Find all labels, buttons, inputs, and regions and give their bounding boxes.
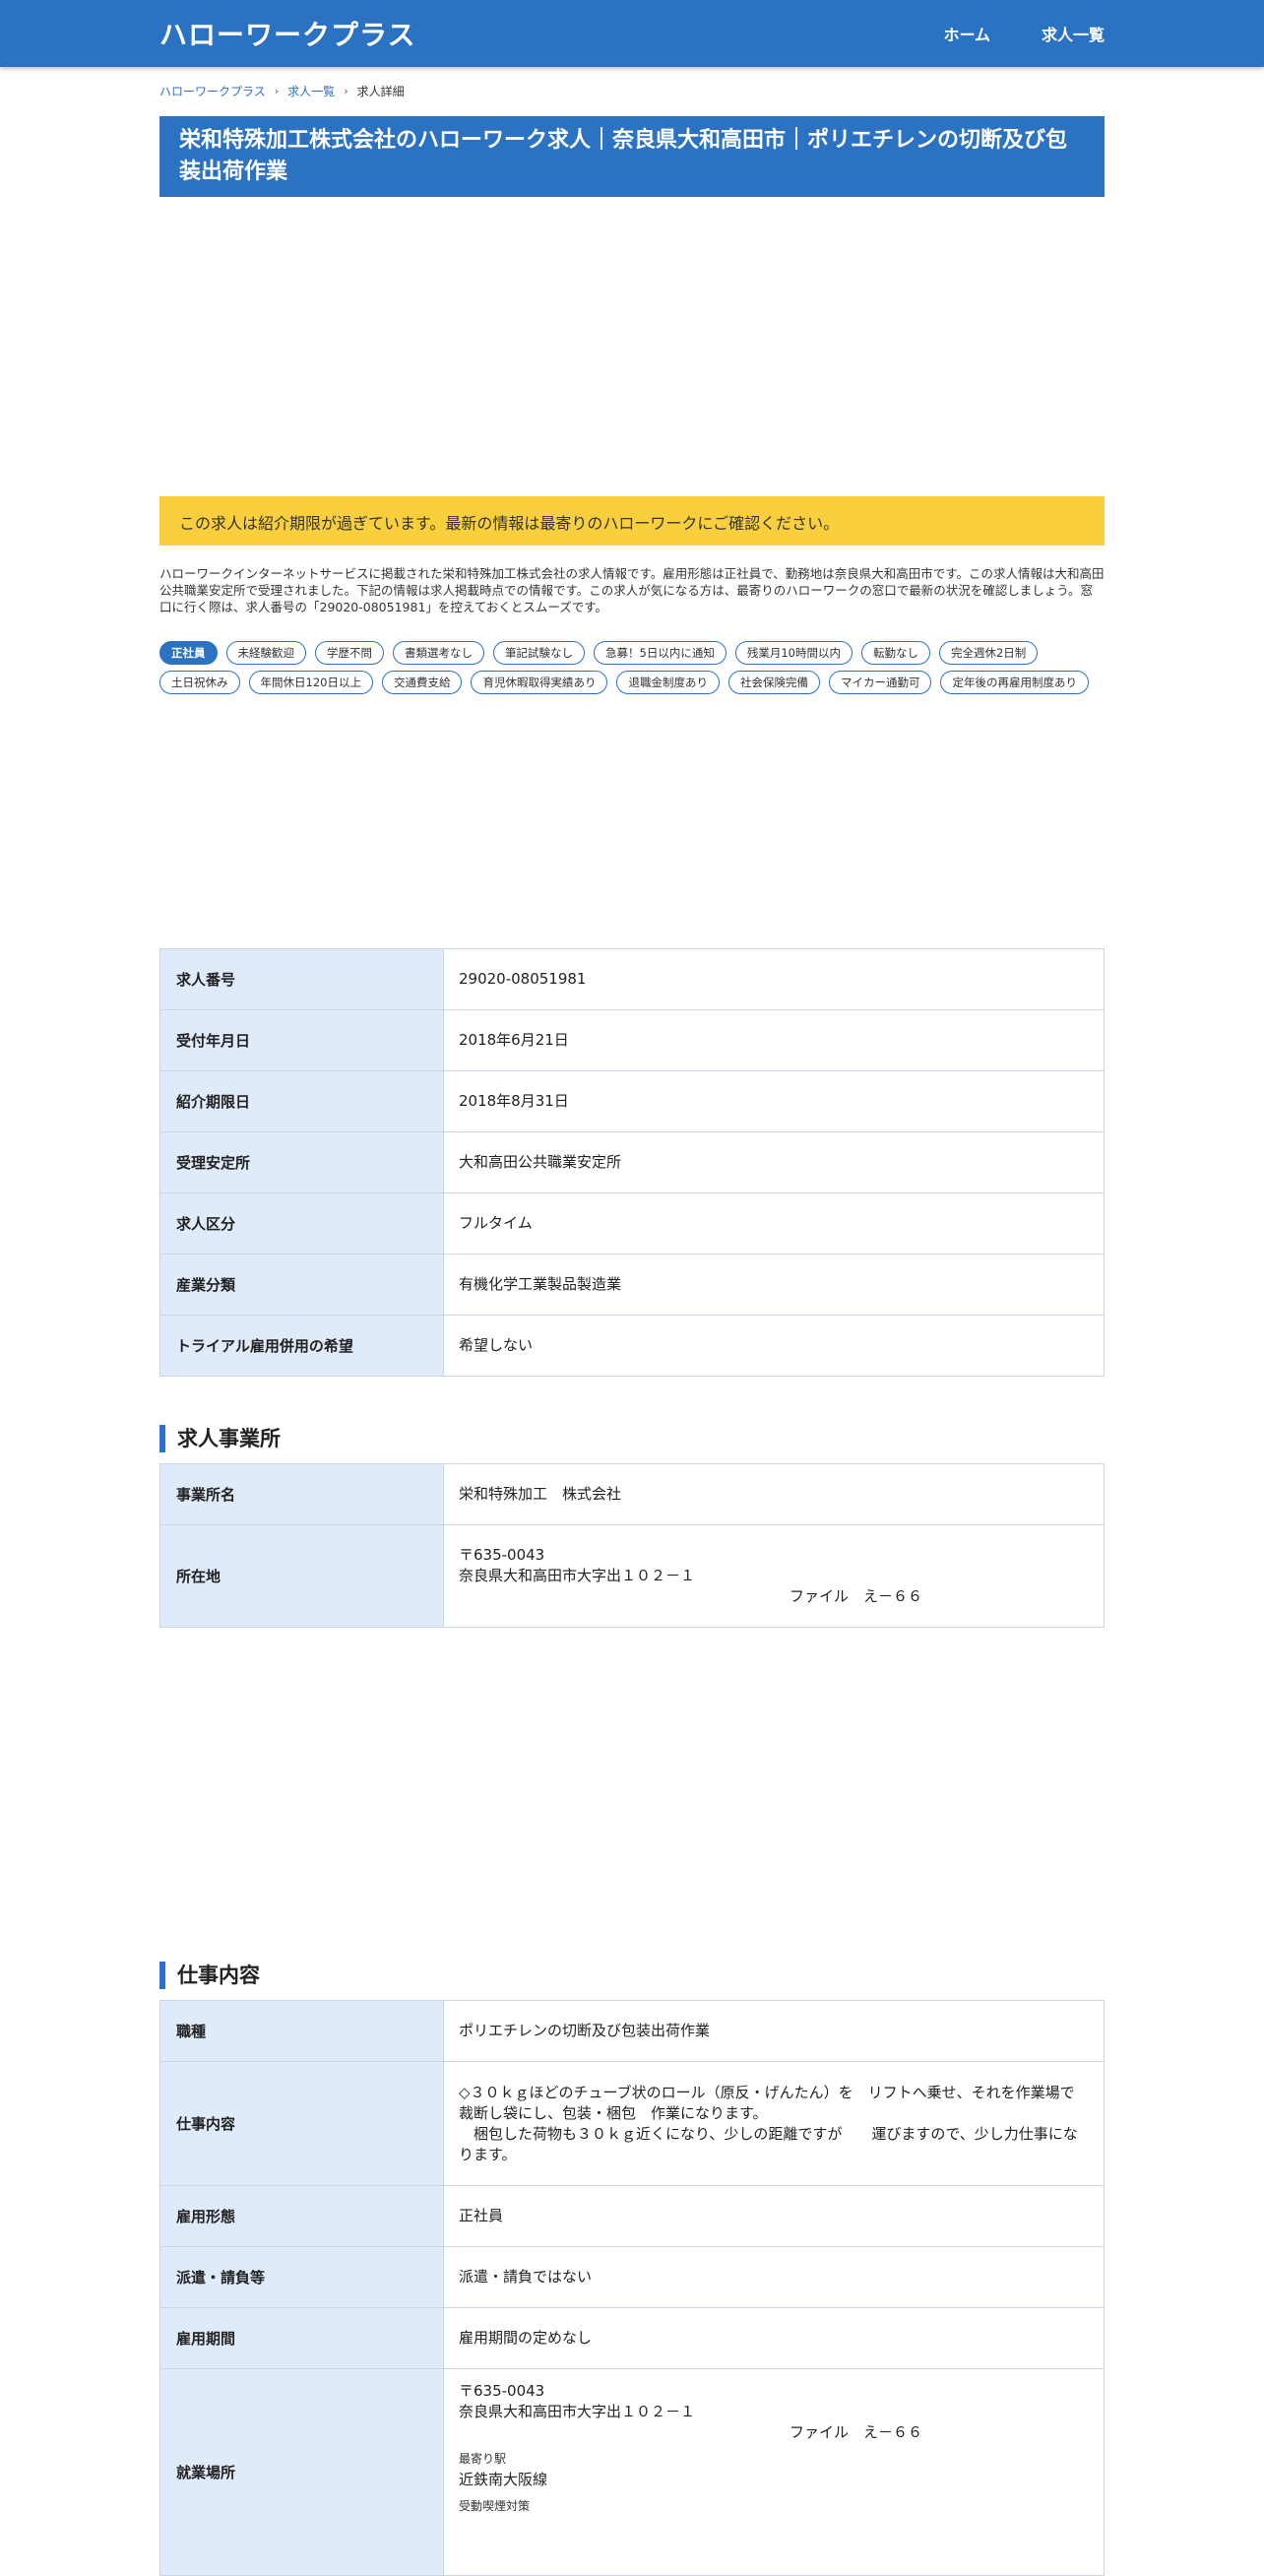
company-address: 〒635-0043 奈良県大和高田市大字出１０２－１ ファイル え－６６: [443, 1524, 1105, 1628]
table-row: 職種 ポリエチレンの切断及び包装出荷作業: [159, 2000, 1105, 2062]
job-table: 職種 ポリエチレンの切断及び包装出荷作業 仕事内容 ◇３０ｋｇほどのチューブ状の…: [159, 2000, 1105, 2576]
row-value: 29020-08051981: [443, 948, 1105, 1010]
row-label: 求人番号: [159, 948, 444, 1010]
section-heading-company: 求人事業所: [159, 1425, 1105, 1452]
table-row: 所在地 〒635-0043 奈良県大和高田市大字出１０２－１ ファイル え－６６: [159, 1524, 1105, 1628]
row-value: 2018年8月31日: [443, 1070, 1105, 1132]
tag: 未経験歓迎: [225, 641, 306, 665]
row-label: 所在地: [159, 1524, 444, 1628]
breadcrumb-current: 求人詳細: [356, 85, 405, 98]
table-row: トライアル雇用併用の希望 希望しない: [159, 1315, 1105, 1377]
row-label: 仕事内容: [159, 2061, 444, 2186]
tag: 完全週休2日制: [938, 641, 1039, 665]
chevron-right-icon: ›: [274, 85, 280, 97]
site-header: ハローワークプラス ホーム 求人一覧: [0, 0, 1264, 67]
company-table: 事業所名 栄和特殊加工 株式会社 所在地 〒635-0043 奈良県大和高田市大…: [159, 1463, 1105, 1628]
table-row: 求人区分 フルタイム: [159, 1192, 1105, 1255]
row-label: 派遣・請負等: [159, 2246, 444, 2308]
row-label: 受付年月日: [159, 1009, 444, 1071]
row-value: ポリエチレンの切断及び包装出荷作業: [443, 2000, 1105, 2062]
table-row: 事業所名 栄和特殊加工 株式会社: [159, 1463, 1105, 1525]
nav-home[interactable]: ホーム: [943, 22, 990, 45]
row-label: 就業場所: [159, 2368, 444, 2576]
row-value: 雇用期間の定めなし: [443, 2307, 1105, 2369]
table-row: 雇用形態 正社員: [159, 2185, 1105, 2247]
basic-info-table: 求人番号 29020-08051981 受付年月日 2018年6月21日 紹介期限日…: [159, 948, 1105, 1377]
tag: 筆記試験なし: [493, 641, 585, 665]
station-label: 最寄り駅: [459, 2452, 507, 2466]
expired-notice: この求人は紹介期限が過ぎています。最新の情報は最寄りのハローワークにご確認くださ…: [159, 496, 1105, 546]
address-line: ファイル え－６６: [790, 2423, 923, 2441]
tag: 退職金制度あり: [616, 671, 720, 694]
address-line: ファイル え－６６: [790, 1587, 923, 1605]
table-row: 紹介期限日 2018年8月31日: [159, 1070, 1105, 1132]
tag: 土日祝休み: [159, 671, 240, 694]
nearest-station: 近鉄南大阪線: [459, 2471, 548, 2488]
row-value: 希望しない: [443, 1315, 1105, 1377]
row-value: 派遣・請負ではない: [443, 2246, 1105, 2308]
tag: 残業月10時間以内: [734, 641, 853, 665]
tag: 社会保険完備: [727, 671, 820, 694]
tag: 転勤なし: [860, 641, 930, 665]
section-heading-job: 仕事内容: [159, 1962, 1105, 1989]
table-row: 求人番号 29020-08051981: [159, 948, 1105, 1010]
chevron-right-icon: ›: [344, 85, 348, 97]
nav-job-list[interactable]: 求人一覧: [1042, 22, 1105, 45]
tag: 育児休暇取得実績あり: [471, 671, 608, 694]
tag: 交通費支給: [381, 671, 463, 694]
table-row: 雇用期間 雇用期間の定めなし: [159, 2307, 1105, 2369]
row-label: 雇用形態: [159, 2185, 444, 2247]
row-label: トライアル雇用併用の希望: [159, 1315, 444, 1377]
tag: 定年後の再雇用制度あり: [940, 671, 1089, 694]
feature-tags: 正社員 未経験歓迎 学歴不問 書類選考なし 筆記試験なし 急募！5日以内に通知 …: [159, 641, 1105, 694]
tag-employment-type: 正社員: [159, 641, 218, 665]
tag: 年間休日120日以上: [248, 671, 373, 694]
breadcrumb-job-list[interactable]: 求人一覧: [287, 83, 335, 99]
row-label: 受理安定所: [159, 1131, 444, 1193]
address-line: 奈良県大和高田市大字出１０２－１: [459, 1567, 696, 1584]
smoking-label: 受動喫煙対策: [459, 2499, 531, 2513]
row-value: 大和高田公共職業安定所: [443, 1131, 1105, 1193]
workplace-details: 〒635-0043 奈良県大和高田市大字出１０２－１ ファイル え－６６ 最寄り…: [443, 2368, 1105, 2576]
table-row: 受付年月日 2018年6月21日: [159, 1009, 1105, 1071]
table-row: 派遣・請負等 派遣・請負ではない: [159, 2246, 1105, 2308]
row-label: 職種: [159, 2000, 444, 2062]
intro-text: ハローワークインターネットサービスに掲載された栄和特殊加工株式会社の求人情報です…: [159, 566, 1105, 614]
tag: 学歴不問: [315, 641, 384, 665]
row-value: 有機化学工業製品製造業: [443, 1254, 1105, 1316]
site-logo[interactable]: ハローワークプラス: [159, 14, 415, 53]
table-row: 産業分類 有機化学工業製品製造業: [159, 1254, 1105, 1316]
company-name: 栄和特殊加工 株式会社: [443, 1463, 1105, 1525]
row-label: 産業分類: [159, 1254, 444, 1316]
row-value: フルタイム: [443, 1192, 1105, 1255]
tag: 急募！5日以内に通知: [594, 641, 727, 665]
breadcrumb: ハローワークプラス › 求人一覧 › 求人詳細: [159, 83, 1105, 99]
row-value: 2018年6月21日: [443, 1009, 1105, 1071]
breadcrumb-home[interactable]: ハローワークプラス: [159, 83, 266, 99]
postal-code: 〒635-0043: [459, 1546, 545, 1564]
row-value: 正社員: [443, 2185, 1105, 2247]
main-nav: ホーム 求人一覧: [943, 22, 1105, 45]
row-label: 紹介期限日: [159, 1070, 444, 1132]
row-label: 雇用期間: [159, 2307, 444, 2369]
tag: 書類選考なし: [393, 641, 484, 665]
postal-code: 〒635-0043: [459, 2382, 545, 2400]
row-label: 求人区分: [159, 1192, 444, 1255]
job-description: ◇３０ｋｇほどのチューブ状のロール（原反・げんたん）を リフトへ乗せ、それを作業…: [443, 2061, 1105, 2186]
address-line: 奈良県大和高田市大字出１０２－１: [459, 2403, 696, 2420]
page-title: 栄和特殊加工株式会社のハローワーク求人｜奈良県大和高田市｜ポリエチレンの切断及び…: [159, 116, 1105, 197]
tag: マイカー通勤可: [828, 671, 932, 694]
table-row: 受理安定所 大和高田公共職業安定所: [159, 1131, 1105, 1193]
table-row: 仕事内容 ◇３０ｋｇほどのチューブ状のロール（原反・げんたん）を リフトへ乗せ、…: [159, 2061, 1105, 2186]
table-row: 就業場所 〒635-0043 奈良県大和高田市大字出１０２－１ ファイル え－６…: [159, 2368, 1105, 2576]
row-label: 事業所名: [159, 1463, 444, 1525]
